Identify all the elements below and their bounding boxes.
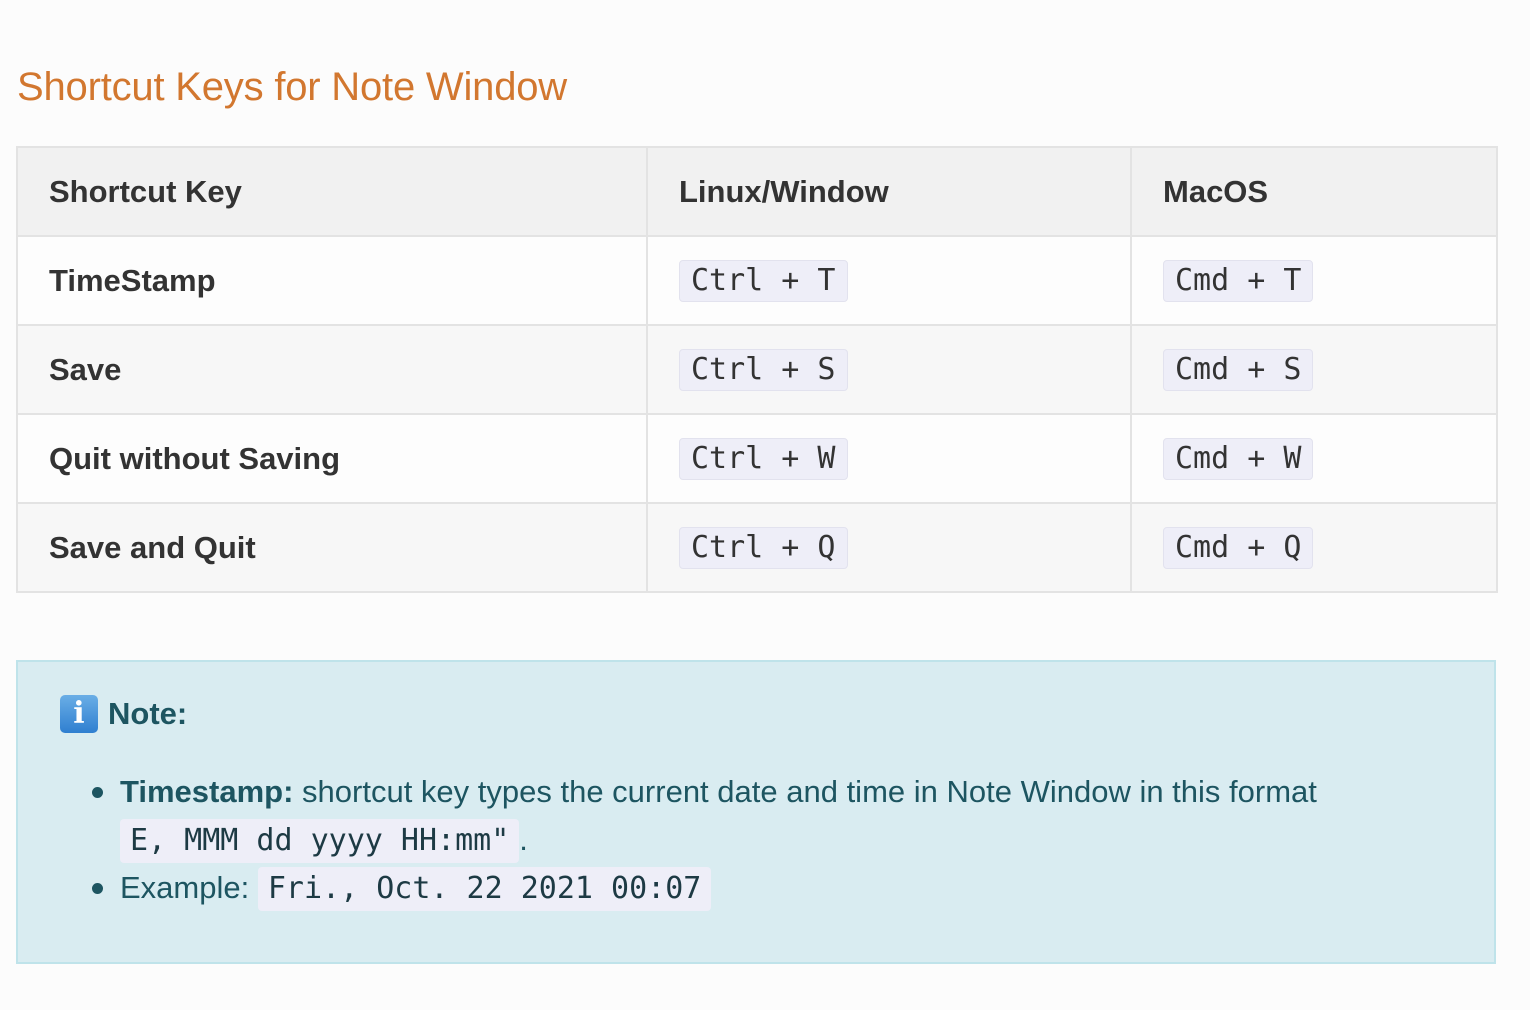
mac-cell: Cmd + S — [1130, 324, 1498, 415]
format-suffix: . — [519, 822, 528, 857]
mac-shortcut-code: Cmd + S — [1163, 348, 1314, 391]
info-icon: i — [60, 695, 98, 733]
linux-cell: Ctrl + S — [646, 324, 1132, 415]
action-cell: Save — [16, 324, 648, 415]
mac-shortcut-code: Cmd + W — [1163, 437, 1314, 480]
note-heading: i Note: — [60, 694, 187, 734]
bullet-icon — [92, 883, 103, 894]
note-list: Timestamp: shortcut key types the curren… — [92, 768, 1440, 912]
table-header-row: Shortcut Key Linux/Window MacOS — [16, 146, 1498, 237]
mac-shortcut-code: Cmd + Q — [1163, 526, 1314, 569]
linux-cell: Ctrl + W — [646, 413, 1132, 504]
timestamp-label: Timestamp: — [120, 774, 294, 809]
header-shortcut-key: Shortcut Key — [16, 146, 648, 237]
table-row: Quit without Saving Ctrl + W Cmd + W — [16, 413, 1498, 504]
bullet-icon — [92, 787, 103, 798]
note-callout: i Note: Timestamp: shortcut key types th… — [16, 660, 1496, 964]
shortcut-table: Shortcut Key Linux/Window MacOS TimeStam… — [16, 146, 1498, 593]
list-item: Timestamp: shortcut key types the curren… — [92, 768, 1440, 864]
table-row: Save Ctrl + S Cmd + S — [16, 324, 1498, 415]
list-item: Example: Fri., Oct. 22 2021 00:07 — [92, 864, 1440, 912]
header-linux-window: Linux/Window — [646, 146, 1132, 237]
mac-shortcut-code: Cmd + T — [1163, 259, 1314, 302]
example-code: Fri., Oct. 22 2021 00:07 — [257, 867, 712, 911]
linux-shortcut-code: Ctrl + Q — [679, 526, 848, 569]
linux-cell: Ctrl + T — [646, 235, 1132, 326]
linux-cell: Ctrl + Q — [646, 502, 1132, 593]
action-cell: TimeStamp — [16, 235, 648, 326]
mac-cell: Cmd + Q — [1130, 502, 1498, 593]
linux-shortcut-code: Ctrl + T — [679, 259, 848, 302]
table-row: Save and Quit Ctrl + Q Cmd + Q — [16, 502, 1498, 593]
table-row: TimeStamp Ctrl + T Cmd + T — [16, 235, 1498, 326]
example-label: Example: — [120, 870, 250, 905]
page-title: Shortcut Keys for Note Window — [17, 65, 567, 109]
mac-cell: Cmd + W — [1130, 413, 1498, 504]
action-cell: Quit without Saving — [16, 413, 648, 504]
header-macos: MacOS — [1130, 146, 1498, 237]
note-heading-label: Note: — [108, 696, 188, 731]
format-line: E, MMM dd yyyy HH:mm". — [120, 816, 1440, 864]
mac-cell: Cmd + T — [1130, 235, 1498, 326]
timestamp-description: shortcut key types the current date and … — [293, 774, 1317, 809]
linux-shortcut-code: Ctrl + S — [679, 348, 848, 391]
action-cell: Save and Quit — [16, 502, 648, 593]
format-code: E, MMM dd yyyy HH:mm" — [120, 819, 520, 863]
linux-shortcut-code: Ctrl + W — [679, 437, 848, 480]
